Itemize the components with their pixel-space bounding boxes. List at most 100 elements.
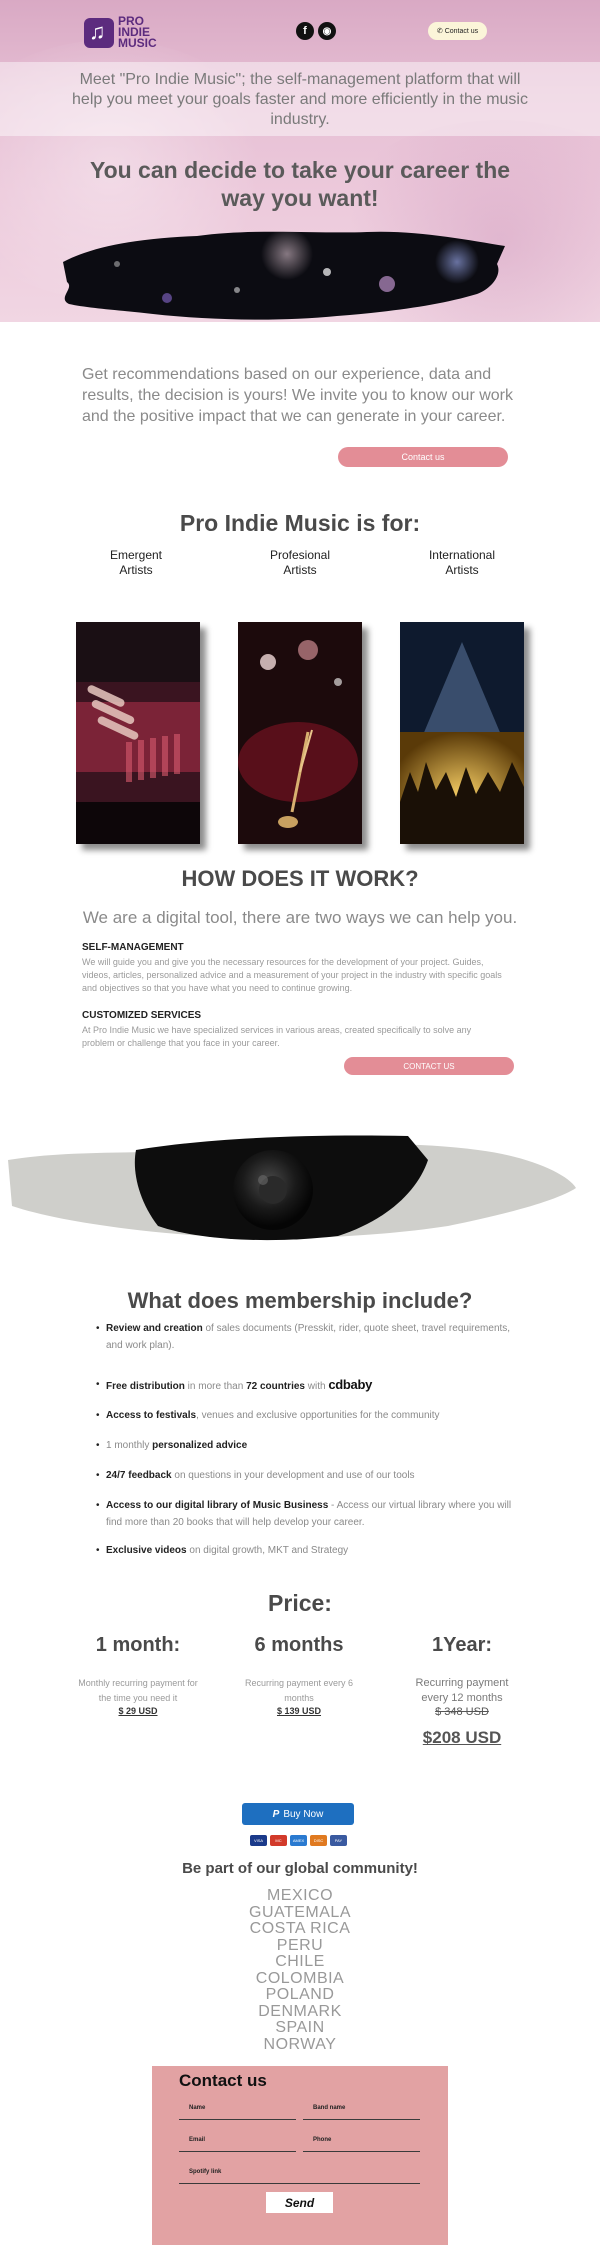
music-note-icon bbox=[84, 17, 114, 48]
band-name-field[interactable]: Band name bbox=[303, 2098, 420, 2120]
customized-services-text: At Pro Indie Music we have specialized s… bbox=[82, 1025, 472, 1048]
country-item: PERU bbox=[276, 1936, 324, 1954]
buy-now-label: Buy Now bbox=[283, 1808, 324, 1820]
email-field-label: Email bbox=[189, 2137, 206, 2143]
membership-item-text: with bbox=[304, 1381, 329, 1392]
cdbaby-logo: cdbaby bbox=[328, 1377, 373, 1392]
membership-item: 24/7 feedback on questions in your devel… bbox=[96, 1467, 516, 1484]
speaker-brush-image bbox=[8, 1135, 576, 1241]
contact-us-button[interactable]: Contact us bbox=[338, 447, 508, 467]
header-contact-button[interactable]: ✆ Contact us bbox=[428, 22, 487, 40]
plan-description: Recurring payment every 6 months bbox=[244, 1678, 354, 1703]
artist-type-professional: Profesional Artists bbox=[269, 548, 331, 577]
hero-section: PRO INDIE MUSIC f ◉ ✆ Contact us Meet "P… bbox=[0, 0, 600, 322]
artist-type-international: International Artists bbox=[428, 548, 496, 577]
plan-name: 1Year: bbox=[431, 1634, 493, 1656]
membership-item-text: on digital growth, MKT and Strategy bbox=[186, 1545, 349, 1556]
payment-cards: VISA MC AMEX DISC PAY bbox=[250, 1835, 347, 1846]
social-links: f ◉ bbox=[296, 22, 336, 40]
membership-item-bold: Free distribution bbox=[106, 1381, 185, 1392]
band-name-field-label: Band name bbox=[313, 2105, 346, 2111]
country-item: COLOMBIA bbox=[255, 1969, 345, 1987]
membership-item-bold: Review and creation bbox=[106, 1323, 203, 1334]
membership-item: Review and creation of sales documents (… bbox=[96, 1320, 516, 1354]
instagram-icon[interactable]: ◉ bbox=[318, 22, 336, 40]
visa-card-icon: VISA bbox=[250, 1835, 267, 1846]
plan-price: $ 29 USD bbox=[118, 1706, 158, 1716]
membership-item-text: , venues and exclusive opportunities for… bbox=[196, 1410, 440, 1421]
paypal-icon: P bbox=[272, 1808, 280, 1820]
membership-item-text: on questions in your development and use… bbox=[171, 1470, 415, 1481]
name-field-label: Name bbox=[189, 2105, 206, 2111]
membership-item: Free distribution in more than 72 countr… bbox=[96, 1376, 516, 1395]
buy-now-button[interactable]: P Buy Now bbox=[242, 1803, 354, 1825]
contact-form-title: Contact us bbox=[179, 2071, 267, 2090]
community-title: Be part of our global community! bbox=[182, 1860, 418, 1877]
photo-trombone bbox=[238, 622, 362, 844]
membership-item-bold: 24/7 feedback bbox=[106, 1470, 172, 1481]
country-item: GUATEMALA bbox=[249, 1903, 351, 1921]
country-item: POLAND bbox=[265, 1986, 335, 2003]
how-subtitle: We are a digital tool, there are two way… bbox=[82, 908, 518, 927]
contact-form bbox=[152, 2066, 448, 2245]
membership-item: Access to our digital library of Music B… bbox=[96, 1497, 516, 1531]
plan-price: $ 139 USD bbox=[276, 1706, 322, 1716]
send-button[interactable]: Send bbox=[266, 2192, 333, 2213]
country-item: MEXICO bbox=[266, 1887, 334, 1904]
customized-services-heading: CUSTOMIZED SERVICES bbox=[82, 1010, 202, 1021]
for-title: Pro Indie Music is for: bbox=[179, 510, 421, 536]
membership-item: Access to festivals, venues and exclusiv… bbox=[96, 1407, 516, 1424]
self-management-text: We will guide you and give you the neces… bbox=[82, 957, 502, 993]
spotify-link-field-label: Spotify link bbox=[189, 2169, 222, 2175]
plan-description: Recurring payment every 12 months bbox=[415, 1677, 509, 1704]
membership-item-bold: Access to festivals bbox=[106, 1410, 197, 1421]
membership-item: 1 monthly personalized advice bbox=[96, 1437, 516, 1454]
phone-icon: ✆ bbox=[436, 28, 443, 35]
country-item: SPAIN bbox=[275, 2019, 325, 2036]
logo[interactable]: PRO INDIE MUSIC bbox=[84, 15, 157, 49]
membership-item-bold: personalized advice bbox=[152, 1440, 248, 1451]
phone-field-label: Phone bbox=[313, 2137, 332, 2143]
how-title: HOW DOES IT WORK? bbox=[181, 866, 419, 891]
country-item: COSTA RICA bbox=[249, 1920, 351, 1937]
artist-type-emergent: Emergent Artists bbox=[109, 548, 163, 577]
top-bar: PRO INDIE MUSIC f ◉ ✆ Contact us bbox=[0, 0, 600, 62]
logo-text: PRO INDIE MUSIC bbox=[118, 15, 157, 49]
price-title: Price: bbox=[268, 1590, 332, 1616]
membership-item-bold: 72 countries bbox=[246, 1381, 305, 1392]
discover-card-icon: DISC bbox=[310, 1835, 327, 1846]
plan-1-year[interactable]: 1Year: Recurring payment every 12 months… bbox=[387, 1634, 537, 1748]
country-item: NORWAY bbox=[263, 2035, 337, 2053]
self-management-heading: SELF-MANAGEMENT bbox=[82, 942, 184, 953]
hero-intro: Meet "Pro Indie Music"; the self-managem… bbox=[72, 71, 528, 128]
photo-concert-crowd bbox=[400, 622, 524, 844]
photo-keyboard bbox=[76, 622, 200, 844]
membership-item: Exclusive videos on digital growth, MKT … bbox=[96, 1542, 516, 1559]
bank-card-icon: PAY bbox=[330, 1835, 347, 1846]
email-field[interactable]: Email bbox=[179, 2130, 296, 2152]
spotify-link-field[interactable]: Spotify link bbox=[179, 2162, 420, 2184]
mastercard-icon: MC bbox=[270, 1835, 287, 1846]
country-item: CHILE bbox=[275, 1953, 325, 1970]
membership-item-text: 1 monthly bbox=[106, 1440, 153, 1451]
plan-6-months[interactable]: 6 months Recurring payment every 6 month… bbox=[224, 1634, 374, 1716]
recommendations-text: Get recommendations based on our experie… bbox=[82, 366, 513, 425]
plan-price: $208 USD bbox=[422, 1728, 502, 1747]
plan-name: 1 month: bbox=[95, 1634, 181, 1656]
plan-name: 6 months bbox=[254, 1634, 344, 1656]
hero-title: You can decide to take your career the w… bbox=[89, 157, 511, 211]
plan-1-month[interactable]: 1 month: Monthly recurring payment for t… bbox=[63, 1634, 213, 1716]
membership-title: What does membership include? bbox=[127, 1288, 473, 1313]
country-item: DENMARK bbox=[258, 2002, 342, 2020]
countries-list: MEXICO GUATEMALA COSTA RICA PERU CHILE C… bbox=[0, 1887, 600, 2053]
how-contact-button[interactable]: CONTACT US bbox=[344, 1057, 514, 1075]
amex-card-icon: AMEX bbox=[290, 1835, 307, 1846]
facebook-icon[interactable]: f bbox=[296, 22, 314, 40]
concert-brush-image bbox=[63, 228, 505, 320]
name-field[interactable]: Name bbox=[179, 2098, 296, 2120]
membership-item-bold: Access to our digital library of Music B… bbox=[106, 1500, 329, 1511]
header-contact-label: Contact us bbox=[444, 27, 479, 35]
plan-description: Monthly recurring payment for the time y… bbox=[78, 1678, 198, 1703]
membership-item-bold: Exclusive videos bbox=[106, 1545, 187, 1556]
phone-field[interactable]: Phone bbox=[303, 2130, 420, 2152]
